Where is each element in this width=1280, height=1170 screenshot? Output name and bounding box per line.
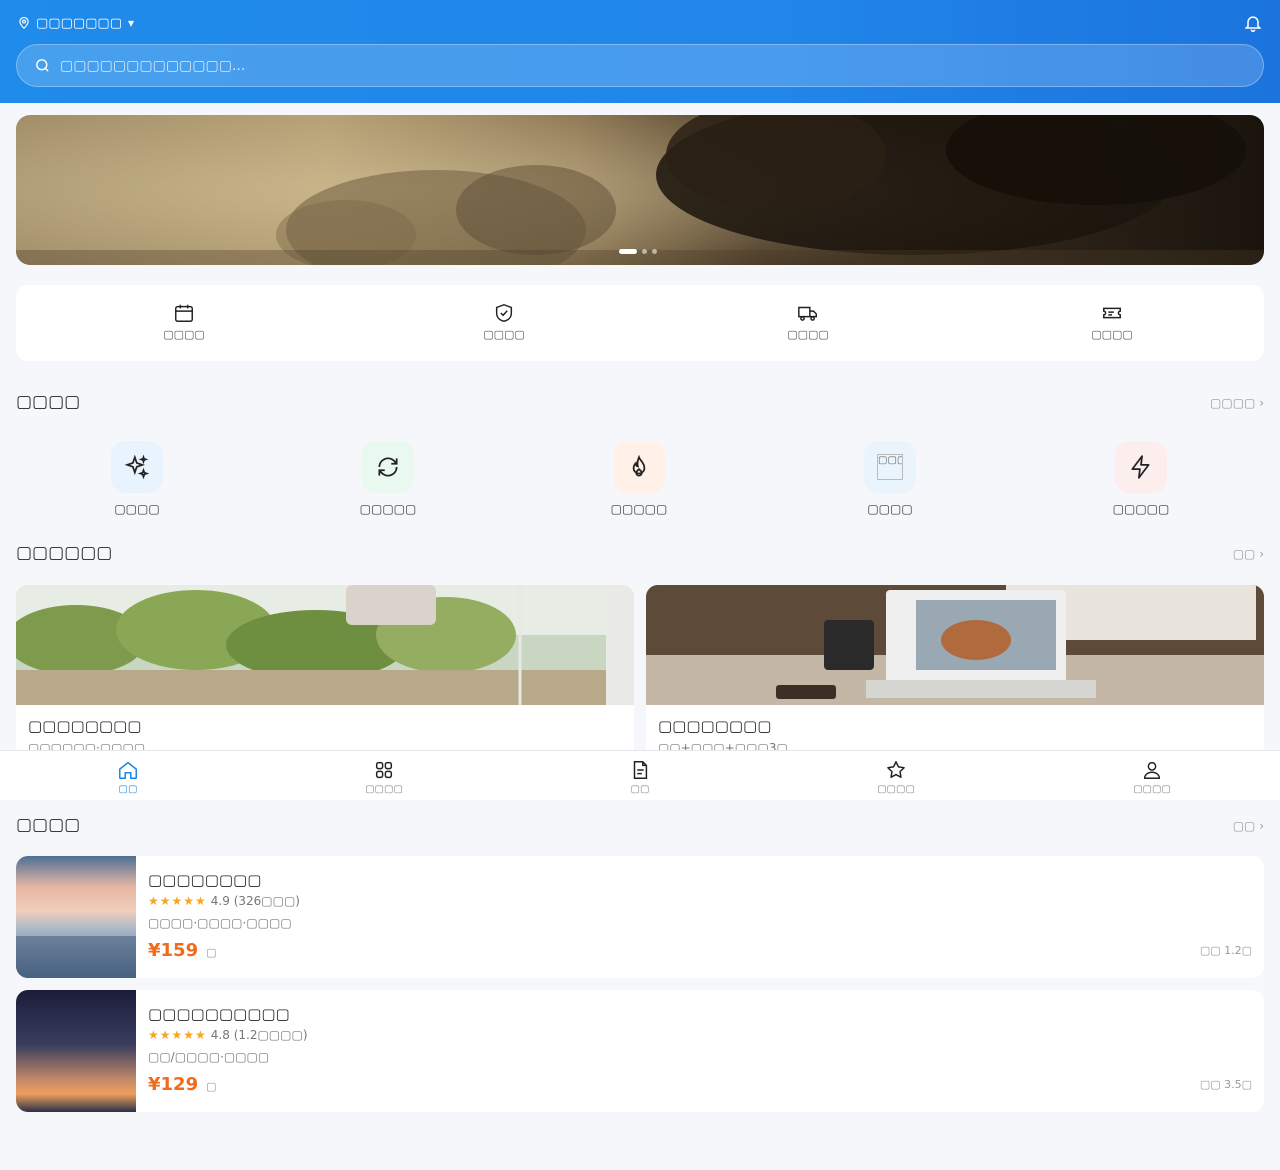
car-window-photo bbox=[16, 585, 634, 705]
category-label: ▢▢▢▢ bbox=[867, 502, 913, 516]
rating-stars: ★★★★★ bbox=[148, 894, 207, 908]
package-title: ▢▢▢▢▢▢▢▢ bbox=[658, 717, 772, 735]
banner-dot-2[interactable] bbox=[642, 249, 647, 254]
shops-title: ▢▢▢▢ bbox=[16, 815, 81, 835]
banner-image bbox=[16, 115, 1264, 265]
category-item-2[interactable]: ▢▢▢▢▢ bbox=[328, 441, 448, 516]
shop-distance: ▢▢ 3.5▢ bbox=[1199, 1078, 1252, 1091]
truck-icon bbox=[798, 306, 817, 321]
shop-name: ▢▢▢▢▢▢▢▢ bbox=[148, 871, 262, 889]
bottom-tab-bar: ▢▢ ▢▢▢▢ ▢▢ ▢▢▢▢ ▢▢▢▢ bbox=[0, 750, 1280, 800]
rating-stars: ★★★★★ bbox=[148, 1028, 207, 1042]
star-icon bbox=[887, 761, 905, 778]
banner-dot-1[interactable] bbox=[619, 249, 637, 254]
location-pin-icon bbox=[19, 16, 29, 30]
shop-rating: ★★★★★ 4.9 (326▢▢▢) bbox=[148, 894, 300, 908]
search-input[interactable] bbox=[60, 57, 1263, 74]
grid-icon bbox=[375, 761, 393, 779]
shield-check-icon bbox=[495, 303, 513, 323]
shop-tags: ▢▢/▢▢▢▢·▢▢▢▢ bbox=[148, 1050, 270, 1064]
tab-orders[interactable]: ▢▢ bbox=[512, 751, 768, 800]
feature-item-2[interactable]: ▢▢▢▢ bbox=[352, 285, 656, 361]
category-icon-bg bbox=[362, 441, 414, 493]
lightning-icon bbox=[1131, 455, 1150, 479]
category-item-3[interactable]: ▢▢▢▢▢ bbox=[579, 441, 699, 516]
price-value: ¥129 bbox=[148, 1074, 199, 1095]
shop-name: ▢▢▢▢▢▢▢▢▢▢ bbox=[148, 1005, 290, 1023]
tab-label: ▢▢▢▢ bbox=[365, 784, 403, 795]
category-item-5[interactable]: ▢▢▢▢▢ bbox=[1081, 441, 1201, 516]
shop-thumbnail bbox=[16, 990, 136, 1112]
feature-label: ▢▢▢▢ bbox=[787, 328, 829, 341]
packages-more-link[interactable]: ▢▢ › bbox=[1233, 547, 1264, 561]
user-icon bbox=[1143, 761, 1161, 779]
category-icon-bg bbox=[613, 441, 665, 493]
package-image bbox=[646, 585, 1264, 705]
shop-distance: ▢▢ 1.2▢ bbox=[1199, 944, 1252, 957]
tab-label: ▢▢▢▢ bbox=[877, 784, 915, 795]
tab-categories[interactable]: ▢▢▢▢ bbox=[256, 751, 512, 800]
shops-more-link[interactable]: ▢▢ › bbox=[1233, 819, 1264, 833]
document-icon bbox=[633, 761, 648, 779]
feature-item-1[interactable]: ▢▢▢▢ bbox=[16, 285, 352, 361]
shop-rating: ★★★★★ 4.8 (1.2▢▢▢▢) bbox=[148, 1028, 308, 1042]
categories-title: ▢▢▢▢ bbox=[16, 392, 81, 412]
laptop-desk-photo bbox=[646, 585, 1264, 705]
refresh-icon bbox=[378, 457, 398, 477]
broken-image-icon: ▢▢▢▢ bbox=[877, 454, 903, 480]
shop-tags: ▢▢▢▢·▢▢▢▢·▢▢▢▢ bbox=[148, 916, 292, 930]
sparkle-icon bbox=[124, 454, 150, 480]
location-text: ▢▢▢▢▢▢▢ bbox=[36, 15, 122, 31]
feature-bar: ▢▢▢▢ ▢▢▢▢ ▢▢▢▢ ▢▢▢▢ bbox=[16, 285, 1264, 361]
feature-label: ▢▢▢▢ bbox=[483, 328, 525, 341]
feature-item-4[interactable]: ▢▢▢▢ bbox=[960, 285, 1264, 361]
home-icon bbox=[118, 761, 138, 780]
banner-pagination bbox=[619, 249, 657, 254]
shop-thumbnail bbox=[16, 856, 136, 978]
tab-label: ▢▢ bbox=[118, 784, 138, 795]
category-label: ▢▢▢▢▢ bbox=[359, 502, 417, 516]
feature-label: ▢▢▢▢ bbox=[163, 328, 205, 341]
shop-price: ¥129 ▢ bbox=[148, 1074, 217, 1095]
promo-banner[interactable] bbox=[16, 115, 1264, 265]
category-label: ▢▢▢▢ bbox=[114, 502, 160, 516]
category-item-1[interactable]: ▢▢▢▢ bbox=[77, 441, 197, 516]
shop-card-1[interactable]: ▢▢▢▢▢▢▢▢ ★★★★★ 4.9 (326▢▢▢) ▢▢▢▢·▢▢▢▢·▢▢▢… bbox=[16, 856, 1264, 978]
tab-label: ▢▢▢▢ bbox=[1133, 784, 1171, 795]
categories-more-link[interactable]: ▢▢▢▢ › bbox=[1210, 396, 1264, 410]
category-label: ▢▢▢▢▢ bbox=[1112, 502, 1170, 516]
location-selector[interactable]: ▢▢▢▢▢▢▢ ▾ bbox=[17, 14, 134, 32]
package-title: ▢▢▢▢▢▢▢▢ bbox=[28, 717, 142, 735]
category-icon-bg bbox=[1115, 441, 1167, 493]
category-item-4[interactable]: ▢▢▢▢ ▢▢▢▢ bbox=[830, 441, 950, 516]
category-icon-bg: ▢▢▢▢ bbox=[864, 441, 916, 493]
shop-price: ¥159 ▢ bbox=[148, 940, 217, 961]
bell-icon[interactable] bbox=[1243, 13, 1263, 33]
package-image bbox=[16, 585, 634, 705]
price-unit: ▢ bbox=[206, 1080, 217, 1093]
chevron-down-icon: ▾ bbox=[127, 16, 135, 30]
price-value: ¥159 bbox=[148, 940, 199, 961]
calendar-icon bbox=[175, 304, 193, 322]
packages-title: ▢▢▢▢▢▢ bbox=[16, 543, 113, 563]
category-icon-bg bbox=[111, 441, 163, 493]
shop-card-2[interactable]: ▢▢▢▢▢▢▢▢▢▢ ★★★★★ 4.8 (1.2▢▢▢▢) ▢▢/▢▢▢▢·▢▢… bbox=[16, 990, 1264, 1112]
search-bar[interactable] bbox=[16, 44, 1264, 87]
category-label: ▢▢▢▢▢ bbox=[610, 502, 668, 516]
rating-value: 4.9 (326▢▢▢) bbox=[210, 894, 300, 908]
app-header: ▢▢▢▢▢▢▢ ▾ bbox=[0, 0, 1280, 103]
tab-label: ▢▢ bbox=[630, 784, 650, 795]
feature-label: ▢▢▢▢ bbox=[1091, 328, 1133, 341]
rating-value: 4.8 (1.2▢▢▢▢) bbox=[210, 1028, 308, 1042]
search-icon bbox=[36, 59, 49, 72]
tab-home[interactable]: ▢▢ bbox=[0, 751, 256, 800]
tab-profile[interactable]: ▢▢▢▢ bbox=[1024, 751, 1280, 800]
feature-item-3[interactable]: ▢▢▢▢ bbox=[656, 285, 960, 361]
price-unit: ▢ bbox=[206, 946, 217, 959]
banner-dot-3[interactable] bbox=[652, 249, 657, 254]
flame-icon bbox=[632, 454, 646, 477]
ticket-icon bbox=[1103, 307, 1121, 319]
tab-favorites[interactable]: ▢▢▢▢ bbox=[768, 751, 1024, 800]
